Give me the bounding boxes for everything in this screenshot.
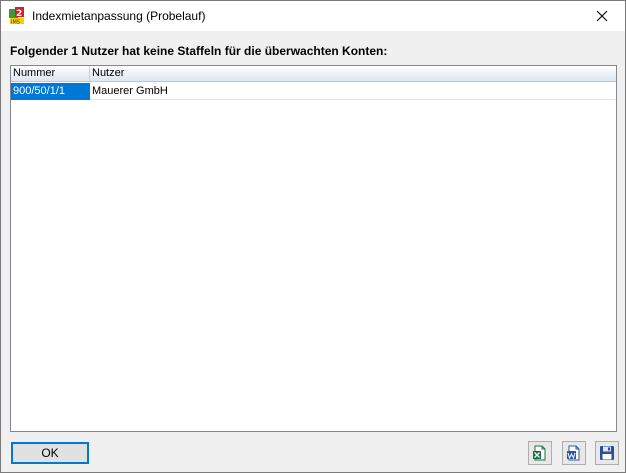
cell-nutzer[interactable]: Mauerer GmbH <box>90 83 616 100</box>
dialog-content: Folgender 1 Nutzer hat keine Staffeln fü… <box>1 31 625 472</box>
ok-button[interactable]: OK <box>11 442 89 464</box>
dialog-window: 2 IMS Indexmietanpassung (Probelauf) Fol… <box>0 0 626 473</box>
save-icon <box>600 446 614 460</box>
table-header: Nummer Nutzer <box>11 66 616 82</box>
table-row[interactable]: 900/50/1/1 Mauerer GmbH <box>11 83 616 100</box>
column-header-nutzer[interactable]: Nutzer <box>90 66 616 82</box>
cell-nummer[interactable]: 900/50/1/1 <box>11 83 90 100</box>
svg-text:2: 2 <box>16 9 22 19</box>
svg-text:IMS: IMS <box>11 20 20 26</box>
info-message: Folgender 1 Nutzer hat keine Staffeln fü… <box>10 44 388 58</box>
column-header-nummer[interactable]: Nummer <box>11 66 90 82</box>
excel-export-icon <box>533 445 546 461</box>
save-button[interactable] <box>595 441 619 465</box>
close-button[interactable] <box>579 1 625 31</box>
close-icon <box>596 10 608 22</box>
title-bar[interactable]: 2 IMS Indexmietanpassung (Probelauf) <box>1 1 625 31</box>
users-table[interactable]: Nummer Nutzer 900/50/1/1 Mauerer GmbH <box>10 65 617 432</box>
word-export-button[interactable] <box>562 441 586 465</box>
app-logo-icon: 2 IMS <box>9 7 24 26</box>
window-title: Indexmietanpassung (Probelauf) <box>32 9 206 23</box>
word-export-icon <box>567 445 580 461</box>
excel-export-button[interactable] <box>528 441 552 465</box>
